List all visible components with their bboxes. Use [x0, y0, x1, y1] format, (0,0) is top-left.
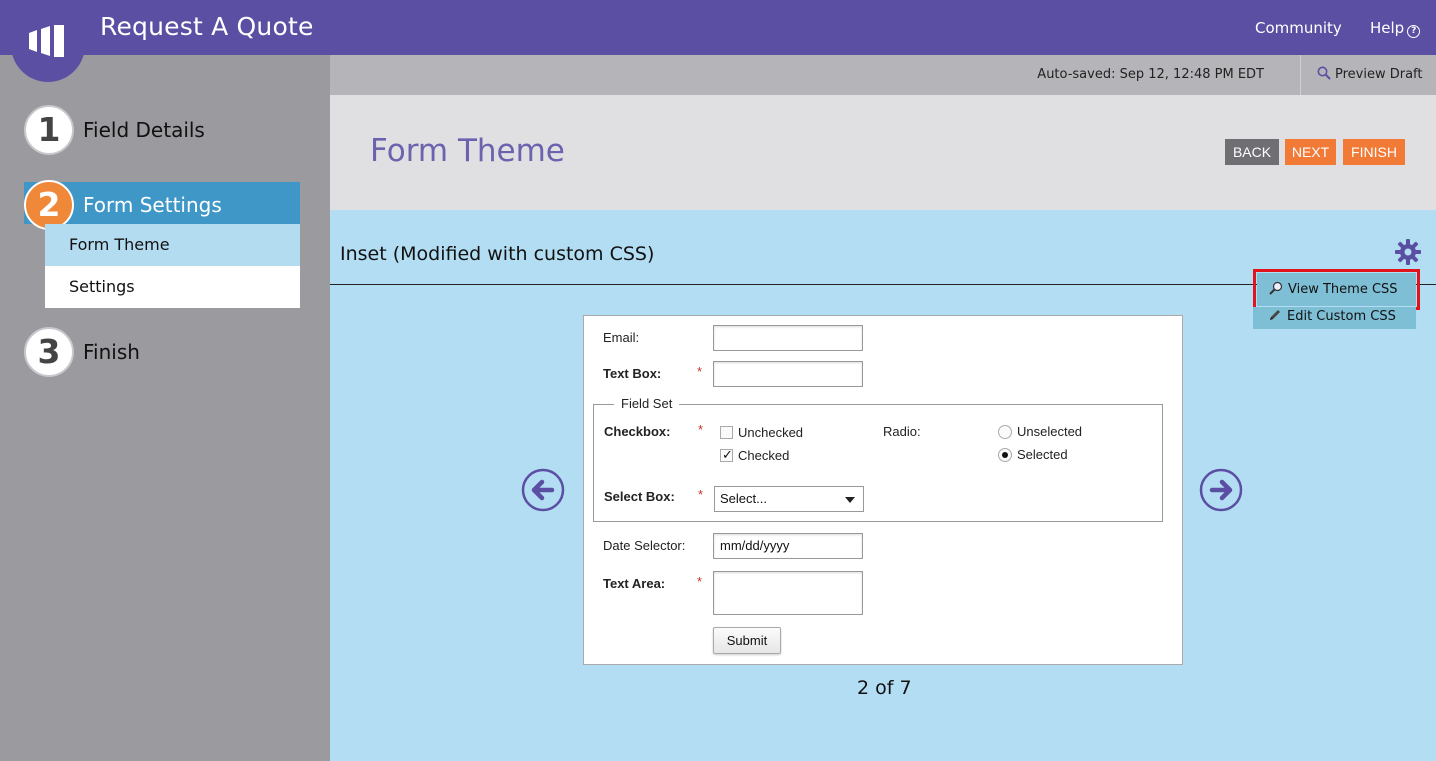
radio-unselected-label: Unselected [1017, 424, 1083, 439]
step-number: 2 [24, 180, 74, 230]
textarea-label: Text Area: [603, 576, 666, 591]
radio-label: Radio: [883, 424, 921, 439]
required-mark: * [698, 422, 704, 437]
magnifier-icon [1317, 66, 1331, 80]
preview-draft-button[interactable]: Preview Draft [1300, 55, 1436, 95]
radio-selected[interactable] [998, 448, 1012, 462]
checkbox-label: Checkbox: [604, 424, 671, 439]
checkbox-checked-label: Checked [738, 448, 790, 463]
sub-item-form-theme[interactable]: Form Theme [45, 224, 300, 266]
next-button[interactable]: NEXT [1285, 139, 1336, 165]
checkbox-checked[interactable]: ✓ [720, 447, 733, 462]
preview-draft-label: Preview Draft [1335, 67, 1423, 82]
step-label: Field Details [83, 118, 205, 142]
check-icon: ✓ [722, 447, 733, 462]
email-label: Email: [603, 330, 640, 345]
theme-content: Inset (Modified with custom CSS) View Th… [330, 210, 1436, 761]
email-field[interactable] [713, 325, 863, 351]
step-finish[interactable]: 3 Finish [24, 327, 300, 377]
wizard-sidebar: 1 Field Details 2 Form Settings Form The… [0, 55, 330, 761]
date-label: Date Selector: [603, 538, 686, 553]
radio-unselected[interactable] [998, 425, 1012, 439]
edit-custom-css-menu-item[interactable]: Edit Custom CSS [1253, 307, 1416, 329]
help-icon: ? [1407, 25, 1421, 38]
checkbox-unchecked-label: Unchecked [738, 425, 804, 440]
page-title: Form Theme [370, 133, 565, 169]
radio-selected-label: Selected [1017, 447, 1068, 462]
autosave-bar: Auto-saved: Sep 12, 12:48 PM EDT Preview… [330, 55, 1436, 95]
select-box[interactable]: Select... [714, 486, 864, 512]
autosave-status: Auto-saved: Sep 12, 12:48 PM EDT [1037, 67, 1264, 82]
magnifier-icon [1269, 281, 1283, 295]
step-form-settings[interactable]: 2 Form Settings [24, 180, 300, 230]
top-bar: Request A Quote Community Help? [0, 0, 1436, 55]
theme-pager: 2 of 7 [857, 677, 912, 699]
view-theme-css-menu-item[interactable]: View Theme CSS [1253, 269, 1420, 310]
gear-icon[interactable] [1394, 238, 1422, 266]
help-link[interactable]: Help? [1370, 19, 1421, 38]
marketo-logo-icon [29, 25, 64, 57]
step-field-details[interactable]: 1 Field Details [24, 105, 300, 155]
required-mark: * [697, 364, 703, 379]
edit-custom-css-label: Edit Custom CSS [1287, 309, 1396, 324]
textbox-field[interactable] [713, 361, 863, 387]
required-mark: * [697, 574, 703, 589]
community-link[interactable]: Community [1255, 19, 1342, 37]
textarea-field[interactable] [713, 571, 863, 615]
arrow-left-circle-icon[interactable] [521, 468, 565, 512]
app-title: Request A Quote [100, 12, 314, 41]
date-field[interactable]: mm/dd/yyyy [713, 533, 863, 559]
submit-button[interactable]: Submit [713, 627, 781, 654]
step-label: Form Settings [83, 193, 222, 217]
arrow-right-circle-icon[interactable] [1199, 468, 1243, 512]
back-button[interactable]: BACK [1225, 139, 1279, 165]
step-label: Finish [83, 340, 140, 364]
step-number: 1 [24, 105, 74, 155]
help-label: Help [1370, 19, 1405, 37]
fieldset-legend: Field Set [614, 396, 680, 411]
view-theme-css-label: View Theme CSS [1288, 282, 1398, 297]
finish-button[interactable]: FINISH [1343, 139, 1405, 165]
logo[interactable] [11, 0, 85, 82]
select-value: Select... [720, 491, 767, 506]
form-preview: Email: Text Box: * Field Set Checkbox: *… [583, 315, 1183, 665]
required-mark: * [698, 487, 704, 502]
sub-item-settings[interactable]: Settings [45, 266, 300, 308]
step-number: 3 [24, 327, 74, 377]
title-area: Form Theme BACK NEXT FINISH [330, 95, 1436, 210]
fieldset: Field Set Checkbox: * Unchecked ✓ Checke… [593, 396, 1163, 522]
textbox-label: Text Box: [603, 366, 662, 381]
theme-name: Inset (Modified with custom CSS) [340, 243, 655, 265]
checkbox-unchecked[interactable] [720, 426, 733, 439]
pencil-icon [1270, 310, 1280, 320]
radio-dot [1002, 452, 1008, 458]
selectbox-label: Select Box: [604, 489, 675, 504]
chevron-down-icon [845, 497, 855, 503]
